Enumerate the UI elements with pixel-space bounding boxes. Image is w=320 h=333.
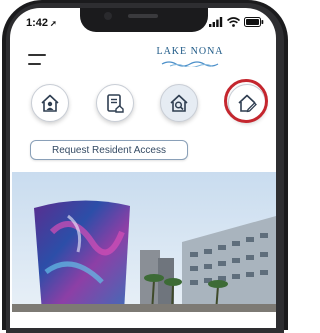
earpiece-speaker [128, 14, 158, 18]
cellular-signal-icon [209, 17, 223, 27]
document-house-icon [107, 94, 124, 113]
resident-home-button[interactable] [31, 84, 69, 122]
logo-wave-icon [161, 61, 219, 67]
home-person-icon [41, 94, 59, 112]
documents-button[interactable] [96, 84, 134, 122]
location-arrow-icon: ➚ [50, 19, 57, 28]
lake-nona-town-center-photo [12, 172, 276, 312]
home-search-icon [170, 94, 188, 112]
highlight-ring [224, 79, 268, 123]
wifi-icon [227, 17, 240, 27]
lake-nona-logo: LAKE NONA [150, 46, 230, 72]
home-search-button[interactable] [160, 84, 198, 122]
status-time: 1:42 ➚ [26, 17, 57, 29]
status-icons [209, 16, 264, 28]
phone-notch [80, 8, 208, 32]
logo-text: LAKE NONA [156, 46, 224, 57]
front-camera [104, 12, 112, 20]
battery-icon [244, 17, 264, 27]
hamburger-menu-icon[interactable] [28, 54, 46, 68]
hero-image [12, 172, 276, 312]
request-resident-access-button[interactable]: Request Resident Access [30, 140, 188, 160]
